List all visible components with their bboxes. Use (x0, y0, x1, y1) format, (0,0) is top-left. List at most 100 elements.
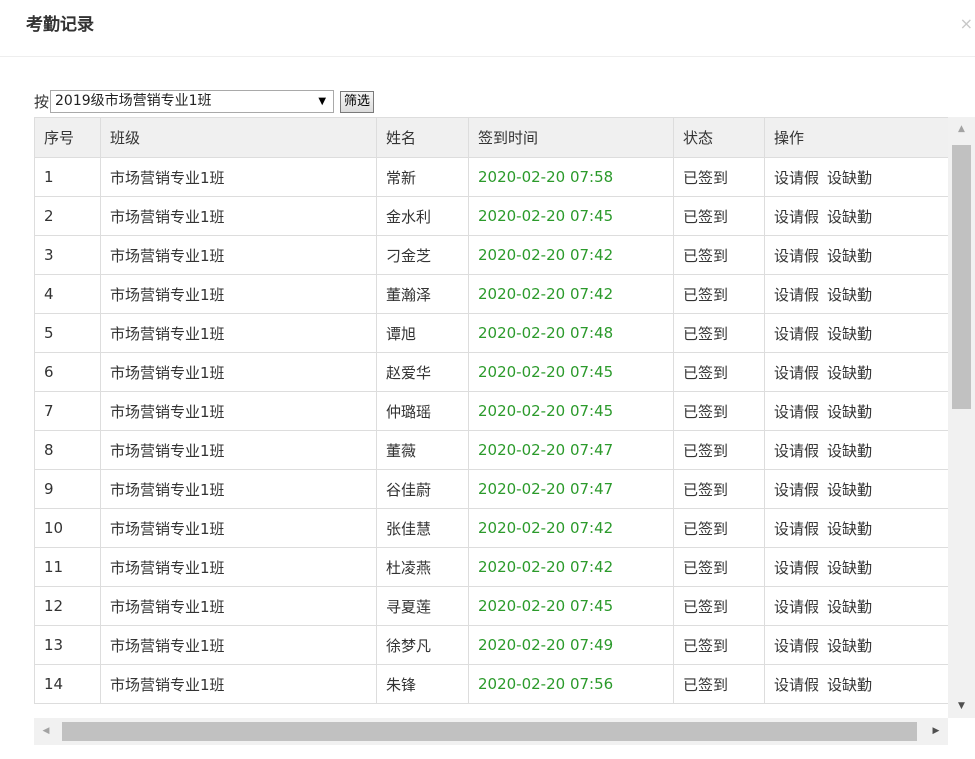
cell-class: 市场营销专业1班 (100, 586, 377, 626)
set-absent-link[interactable]: 设缺勤 (827, 676, 872, 694)
cell-class: 市场营销专业1班 (100, 469, 377, 509)
cell-time: 2020-02-20 07:42 (468, 274, 674, 314)
cell-index: 3 (34, 235, 101, 275)
set-leave-link[interactable]: 设请假 (774, 169, 819, 187)
cell-name: 赵爱华 (376, 352, 469, 392)
header-time: 签到时间 (468, 117, 674, 158)
table-header-row: 序号 班级 姓名 签到时间 状态 操作 (34, 117, 948, 158)
cell-time: 2020-02-20 07:42 (468, 508, 674, 548)
cell-time: 2020-02-20 07:58 (468, 157, 674, 197)
cell-status: 已签到 (673, 430, 765, 470)
set-leave-link[interactable]: 设请假 (774, 442, 819, 460)
set-absent-link[interactable]: 设缺勤 (827, 442, 872, 460)
header-actions: 操作 (764, 117, 948, 158)
table-row: 6 市场营销专业1班 赵爱华 2020-02-20 07:45 已签到 设请假 设缺勤 (34, 352, 948, 392)
set-leave-link[interactable]: 设请假 (774, 559, 819, 577)
header-status: 状态 (673, 117, 765, 158)
cell-class: 市场营销专业1班 (100, 625, 377, 665)
cell-time: 2020-02-20 07:42 (468, 547, 674, 587)
horizontal-scrollbar[interactable]: ◀ ▶ (34, 718, 948, 745)
close-icon[interactable]: × (960, 14, 973, 34)
cell-class: 市场营销专业1班 (100, 664, 377, 704)
table-row: 9 市场营销专业1班 谷佳蔚 2020-02-20 07:47 已签到 设请假 设缺勤 (34, 469, 948, 509)
vertical-scrollbar-thumb[interactable] (952, 145, 971, 409)
table-row: 11 市场营销专业1班 杜凌燕 2020-02-20 07:42 已签到 设请假 设缺勤 (34, 547, 948, 587)
table-row: 13 市场营销专业1班 徐梦凡 2020-02-20 07:49 已签到 设请假 设缺勤 (34, 625, 948, 665)
set-absent-link[interactable]: 设缺勤 (827, 403, 872, 421)
cell-index: 14 (34, 664, 101, 704)
header-name: 姓名 (376, 117, 469, 158)
cell-index: 1 (34, 157, 101, 197)
cell-status: 已签到 (673, 352, 765, 392)
table-row: 5 市场营销专业1班 谭旭 2020-02-20 07:48 已签到 设请假 设缺勤 (34, 313, 948, 353)
set-absent-link[interactable]: 设缺勤 (827, 286, 872, 304)
set-absent-link[interactable]: 设缺勤 (827, 520, 872, 538)
cell-index: 11 (34, 547, 101, 587)
table-row: 10 市场营销专业1班 张佳慧 2020-02-20 07:42 已签到 设请假 设缺勤 (34, 508, 948, 548)
scroll-up-arrow-icon[interactable]: ▲ (948, 119, 975, 139)
filter-button[interactable]: 筛选 (340, 91, 375, 113)
set-leave-link[interactable]: 设请假 (774, 520, 819, 538)
set-leave-link[interactable]: 设请假 (774, 364, 819, 382)
scroll-left-arrow-icon[interactable]: ◀ (36, 718, 56, 745)
set-absent-link[interactable]: 设缺勤 (827, 208, 872, 226)
set-absent-link[interactable]: 设缺勤 (827, 247, 872, 265)
scroll-down-arrow-icon[interactable]: ▼ (948, 696, 975, 716)
set-leave-link[interactable]: 设请假 (774, 325, 819, 343)
set-leave-link[interactable]: 设请假 (774, 598, 819, 616)
set-absent-link[interactable]: 设缺勤 (827, 598, 872, 616)
header-index: 序号 (34, 117, 101, 158)
set-leave-link[interactable]: 设请假 (774, 208, 819, 226)
cell-status: 已签到 (673, 196, 765, 236)
set-absent-link[interactable]: 设缺勤 (827, 364, 872, 382)
cell-actions: 设请假 设缺勤 (764, 352, 948, 392)
cell-actions: 设请假 设缺勤 (764, 586, 948, 626)
cell-class: 市场营销专业1班 (100, 157, 377, 197)
cell-status: 已签到 (673, 547, 765, 587)
cell-index: 8 (34, 430, 101, 470)
set-leave-link[interactable]: 设请假 (774, 676, 819, 694)
set-leave-link[interactable]: 设请假 (774, 247, 819, 265)
set-leave-link[interactable]: 设请假 (774, 403, 819, 421)
cell-actions: 设请假 设缺勤 (764, 547, 948, 587)
class-select[interactable]: 2019级市场营销专业1班 ▼ (50, 90, 335, 113)
cell-name: 张佳慧 (376, 508, 469, 548)
set-absent-link[interactable]: 设缺勤 (827, 481, 872, 499)
table-row: 14 市场营销专业1班 朱锋 2020-02-20 07:56 已签到 设请假 设缺勤 (34, 664, 948, 704)
cell-actions: 设请假 设缺勤 (764, 235, 948, 275)
set-leave-link[interactable]: 设请假 (774, 481, 819, 499)
cell-index: 13 (34, 625, 101, 665)
table-row: 1 市场营销专业1班 常新 2020-02-20 07:58 已签到 设请假 设缺勤 (34, 157, 948, 197)
cell-class: 市场营销专业1班 (100, 313, 377, 353)
attendance-table-viewport: 序号 班级 姓名 签到时间 状态 操作 1 市场营销专业1班 常新 2020-02-2… (34, 117, 948, 718)
table-row: 2 市场营销专业1班 金水利 2020-02-20 07:45 已签到 设请假 设缺勤 (34, 196, 948, 236)
cell-status: 已签到 (673, 274, 765, 314)
set-leave-link[interactable]: 设请假 (774, 286, 819, 304)
cell-actions: 设请假 设缺勤 (764, 274, 948, 314)
attendance-table: 序号 班级 姓名 签到时间 状态 操作 1 市场营销专业1班 常新 2020-02-2… (34, 117, 948, 704)
dialog-header: 考勤记录 × (0, 0, 975, 57)
cell-name: 朱锋 (376, 664, 469, 704)
set-absent-link[interactable]: 设缺勤 (827, 169, 872, 187)
table-row: 12 市场营销专业1班 寻夏莲 2020-02-20 07:45 已签到 设请假 设缺勤 (34, 586, 948, 626)
scroll-right-arrow-icon[interactable]: ▶ (926, 718, 946, 745)
set-absent-link[interactable]: 设缺勤 (827, 559, 872, 577)
set-absent-link[interactable]: 设缺勤 (827, 325, 872, 343)
cell-actions: 设请假 设缺勤 (764, 469, 948, 509)
cell-time: 2020-02-20 07:42 (468, 235, 674, 275)
cell-name: 仲璐瑶 (376, 391, 469, 431)
scrollbar-corner (948, 718, 975, 745)
set-absent-link[interactable]: 设缺勤 (827, 637, 872, 655)
cell-time: 2020-02-20 07:47 (468, 430, 674, 470)
cell-name: 金水利 (376, 196, 469, 236)
cell-status: 已签到 (673, 157, 765, 197)
cell-status: 已签到 (673, 313, 765, 353)
table-body: 1 市场营销专业1班 常新 2020-02-20 07:58 已签到 设请假 设缺勤 2 市场营… (34, 157, 948, 704)
horizontal-scrollbar-thumb[interactable] (62, 722, 917, 741)
filter-prefix-label: 按 (34, 93, 50, 111)
cell-time: 2020-02-20 07:47 (468, 469, 674, 509)
cell-name: 董薇 (376, 430, 469, 470)
vertical-scrollbar[interactable]: ▲ ▼ (948, 117, 975, 718)
table-row: 7 市场营销专业1班 仲璐瑶 2020-02-20 07:45 已签到 设请假 设缺勤 (34, 391, 948, 431)
set-leave-link[interactable]: 设请假 (774, 637, 819, 655)
